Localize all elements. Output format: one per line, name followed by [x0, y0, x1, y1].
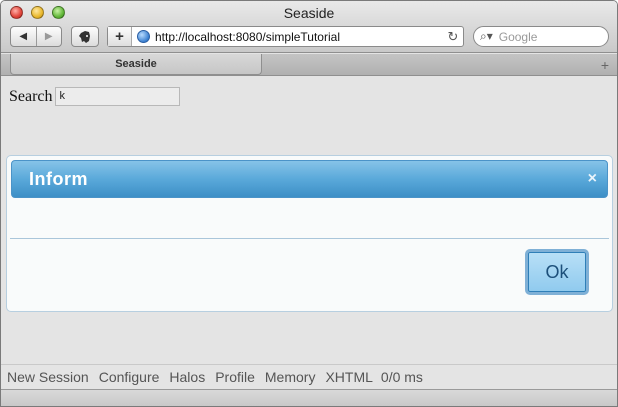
toolbar-new-session[interactable]: New Session — [7, 369, 89, 385]
inform-dialog: Inform × Ok — [6, 155, 613, 312]
title-bar: Seaside ◀ ▶ + http://localhost:8080/simp… — [1, 1, 617, 53]
navigation-buttons: ◀ ▶ — [10, 26, 62, 47]
globe-icon — [137, 30, 150, 43]
new-tab-button[interactable]: + — [601, 57, 609, 73]
toolbar-memory[interactable]: Memory — [265, 369, 316, 385]
window-title: Seaside — [283, 5, 335, 21]
seaside-toolbar: New Session Configure Halos Profile Memo… — [1, 364, 617, 388]
toolbar-xhtml[interactable]: XHTML — [325, 369, 372, 385]
reload-icon: ↻ — [447, 28, 459, 44]
page-content: Search k Inform × Ok — [1, 77, 617, 364]
tab-seaside[interactable]: Seaside — [10, 54, 262, 75]
tab-bar: Seaside + — [1, 54, 617, 76]
render-timing: 0/0 ms — [380, 368, 423, 385]
dialog-header: Inform × — [11, 160, 608, 198]
dialog-divider — [10, 238, 609, 239]
browser-window: Seaside ◀ ▶ + http://localhost:8080/simp… — [0, 0, 618, 407]
toolbar-profile[interactable]: Profile — [215, 369, 255, 385]
search-input[interactable]: k — [54, 87, 180, 106]
web-search-field[interactable]: ⌕▾ Google — [473, 26, 609, 47]
elephant-icon — [79, 30, 90, 43]
reload-button[interactable]: ↻ — [443, 29, 463, 45]
toolbar-configure[interactable]: Configure — [99, 369, 160, 385]
url-text[interactable]: http://localhost:8080/simpleTutorial — [155, 30, 443, 44]
back-button[interactable]: ◀ — [11, 27, 36, 46]
search-row: Search k — [9, 87, 180, 106]
dialog-title: Inform — [29, 169, 88, 189]
new-tab-icon: + — [600, 57, 609, 73]
plus-icon: + — [115, 28, 124, 45]
ok-button[interactable]: Ok — [525, 249, 589, 295]
search-label: Search — [9, 87, 53, 105]
status-bar — [1, 389, 617, 406]
forward-icon: ▶ — [44, 31, 53, 42]
web-search-placeholder: Google — [498, 29, 538, 44]
toolbar-halos[interactable]: Halos — [169, 369, 205, 385]
address-bar[interactable]: + http://localhost:8080/simpleTutorial ↻ — [107, 26, 464, 47]
close-icon[interactable]: × — [588, 170, 597, 188]
search-icon: ⌕▾ — [480, 29, 493, 43]
back-icon: ◀ — [19, 31, 28, 42]
add-bookmark-button[interactable]: + — [108, 27, 132, 46]
forward-button[interactable]: ▶ — [35, 27, 62, 46]
evernote-button[interactable] — [71, 26, 99, 47]
